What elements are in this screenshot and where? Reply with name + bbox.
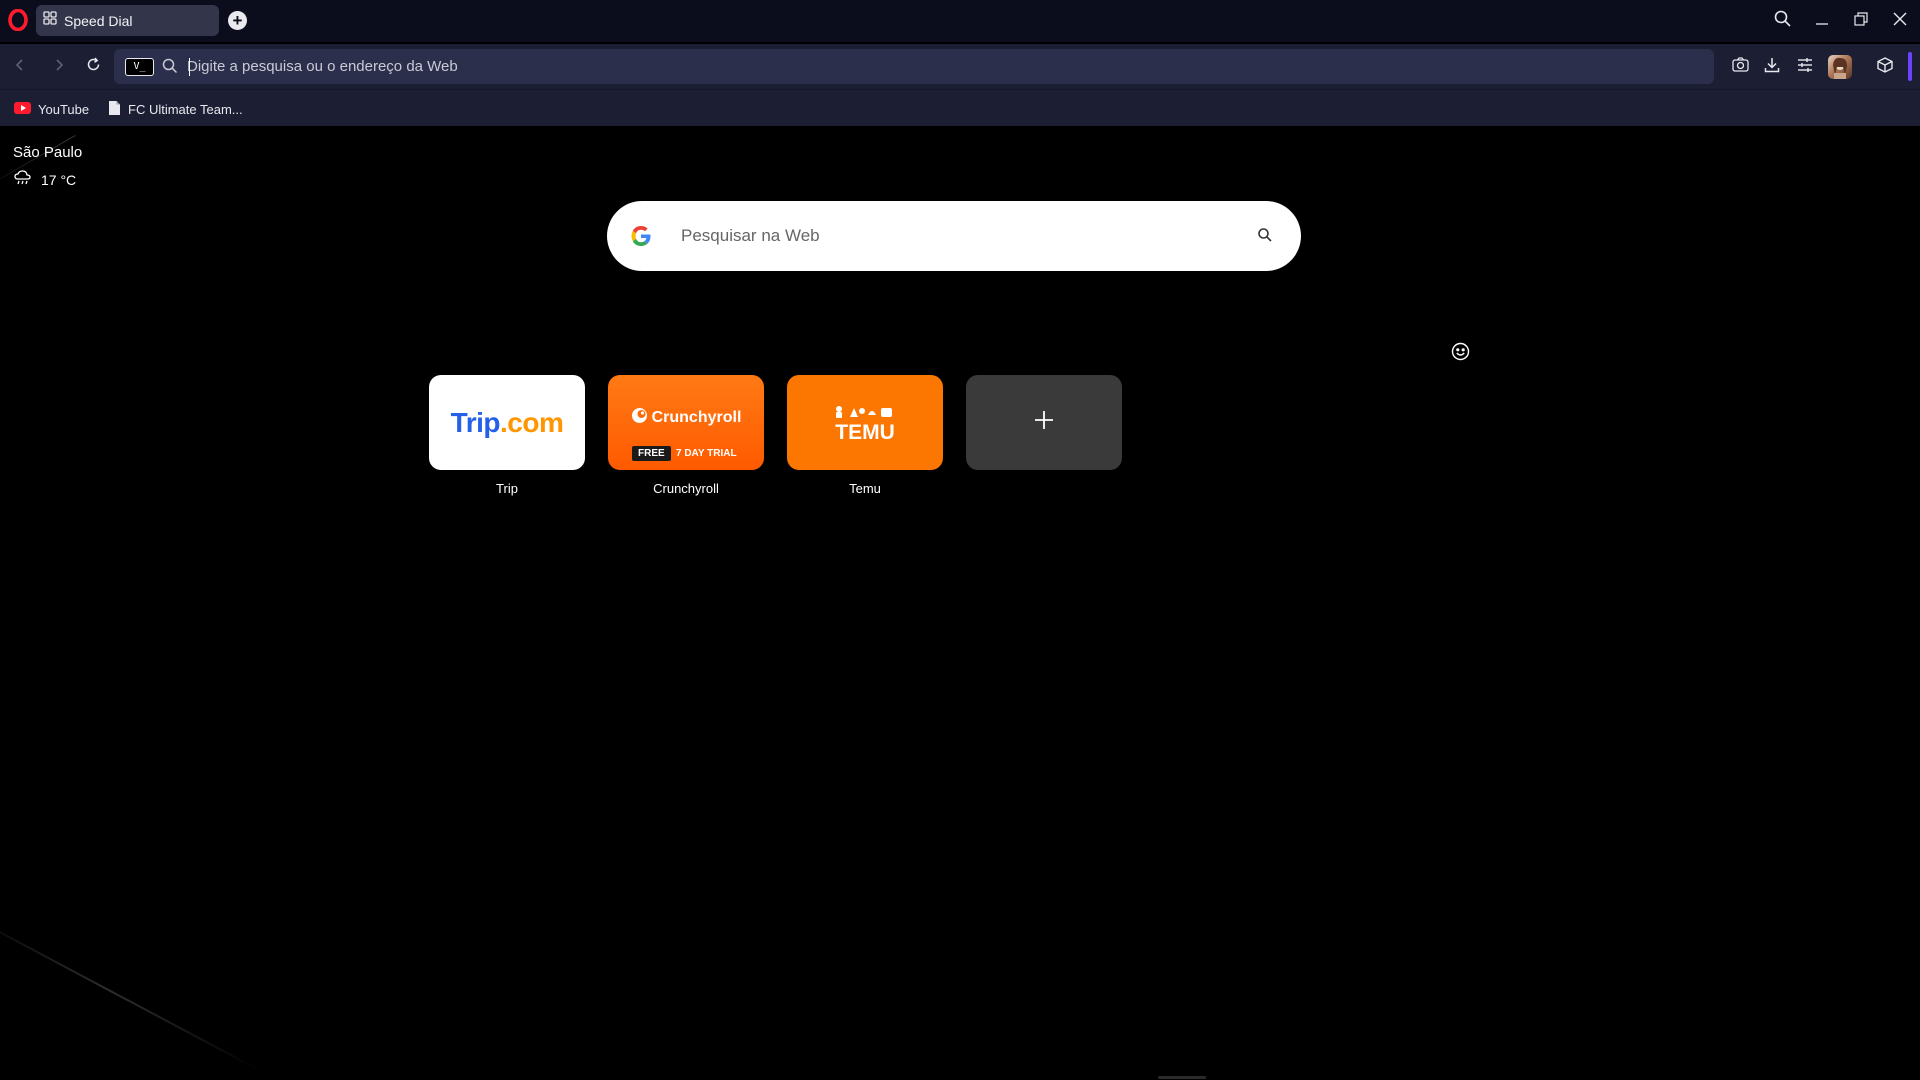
- speed-dial-tile-trip[interactable]: Trip.com: [429, 375, 585, 470]
- trial-text: 7 DAY TRIAL: [676, 448, 737, 459]
- search-icon: [1774, 10, 1791, 32]
- background-streak: [0, 910, 261, 1072]
- temu-mascot-icons: [834, 405, 896, 422]
- navigation-bar: V_: [0, 44, 1920, 89]
- minimize-icon: [1815, 12, 1829, 31]
- bookmark-fc-ultimate-team[interactable]: FC Ultimate Team...: [108, 99, 243, 119]
- reload-button[interactable]: [80, 54, 106, 80]
- bookmark-label: FC Ultimate Team...: [128, 101, 243, 117]
- rain-cloud-icon: [14, 170, 31, 189]
- download-icon: [1764, 57, 1780, 78]
- tab-speed-dial[interactable]: Speed Dial: [36, 5, 219, 36]
- speed-dial-tile-crunchyroll[interactable]: Crunchyroll FREE 7 DAY TRIAL: [608, 375, 764, 470]
- minimize-button[interactable]: [1807, 6, 1837, 36]
- plus-icon: +: [232, 11, 243, 30]
- bottom-drag-handle[interactable]: [1158, 1076, 1206, 1079]
- snapshot-button[interactable]: [1727, 54, 1753, 80]
- close-icon: [1893, 12, 1907, 31]
- sliders-icon: [1797, 57, 1813, 77]
- search-icon: [162, 58, 178, 79]
- web-search-box[interactable]: [607, 201, 1301, 271]
- opera-logo-icon[interactable]: [8, 8, 28, 32]
- forward-button[interactable]: [46, 54, 72, 80]
- easy-setup-button[interactable]: [1792, 54, 1818, 80]
- google-icon: [630, 225, 652, 252]
- tab-title: Speed Dial: [64, 12, 133, 29]
- speed-dial-label: Trip: [496, 481, 518, 496]
- add-speed-dial-button[interactable]: [966, 375, 1122, 470]
- speed-dial-label: Crunchyroll: [653, 481, 719, 496]
- chevron-right-icon: [53, 58, 65, 77]
- cube-icon: [1877, 56, 1893, 78]
- restore-button[interactable]: [1846, 6, 1876, 36]
- bookmarks-bar: YouTube FC Ultimate Team...: [0, 89, 1920, 126]
- plus-icon: [1033, 409, 1055, 436]
- youtube-icon: [14, 101, 31, 117]
- crunchyroll-icon: [631, 407, 648, 429]
- bookmark-youtube[interactable]: YouTube: [14, 99, 89, 119]
- close-window-button[interactable]: [1885, 6, 1915, 36]
- speed-dial-label: Temu: [849, 481, 881, 496]
- extensions-button[interactable]: [1872, 54, 1898, 80]
- chevron-left-icon: [14, 58, 26, 77]
- web-search-input[interactable]: [681, 201, 1201, 271]
- address-bar[interactable]: V_: [114, 49, 1714, 84]
- camera-icon: [1731, 57, 1749, 77]
- speed-dial-tile-temu[interactable]: TEMU: [787, 375, 943, 470]
- crunchyroll-logo: Crunchyroll: [608, 407, 764, 429]
- weather-widget[interactable]: 17 °C: [14, 170, 76, 189]
- back-button[interactable]: [7, 54, 33, 80]
- title-bar: Speed Dial +: [0, 0, 1920, 42]
- trip-logo: Trip.com: [450, 406, 564, 438]
- profile-avatar[interactable]: [1828, 55, 1852, 79]
- sidebar-toggle[interactable]: [1908, 52, 1912, 81]
- restore-icon: [1854, 11, 1868, 31]
- reload-icon: [86, 57, 101, 77]
- smiley-icon[interactable]: [1451, 342, 1470, 366]
- free-badge: FREE: [632, 446, 671, 461]
- new-tab-button[interactable]: +: [228, 11, 247, 30]
- page-icon: [108, 100, 121, 119]
- search-icon[interactable]: [1257, 227, 1273, 248]
- temu-logo: TEMU: [835, 421, 895, 444]
- bookmark-label: YouTube: [38, 101, 90, 117]
- speed-dial-grid-icon: [43, 11, 57, 30]
- text-caret: [189, 58, 190, 76]
- weather-city[interactable]: São Paulo: [13, 144, 82, 161]
- address-input[interactable]: [187, 49, 1087, 84]
- weather-temperature: 17 °C: [41, 171, 77, 188]
- vpn-badge[interactable]: V_: [125, 58, 154, 76]
- downloads-button[interactable]: [1759, 54, 1785, 80]
- tab-search-button[interactable]: [1767, 6, 1797, 36]
